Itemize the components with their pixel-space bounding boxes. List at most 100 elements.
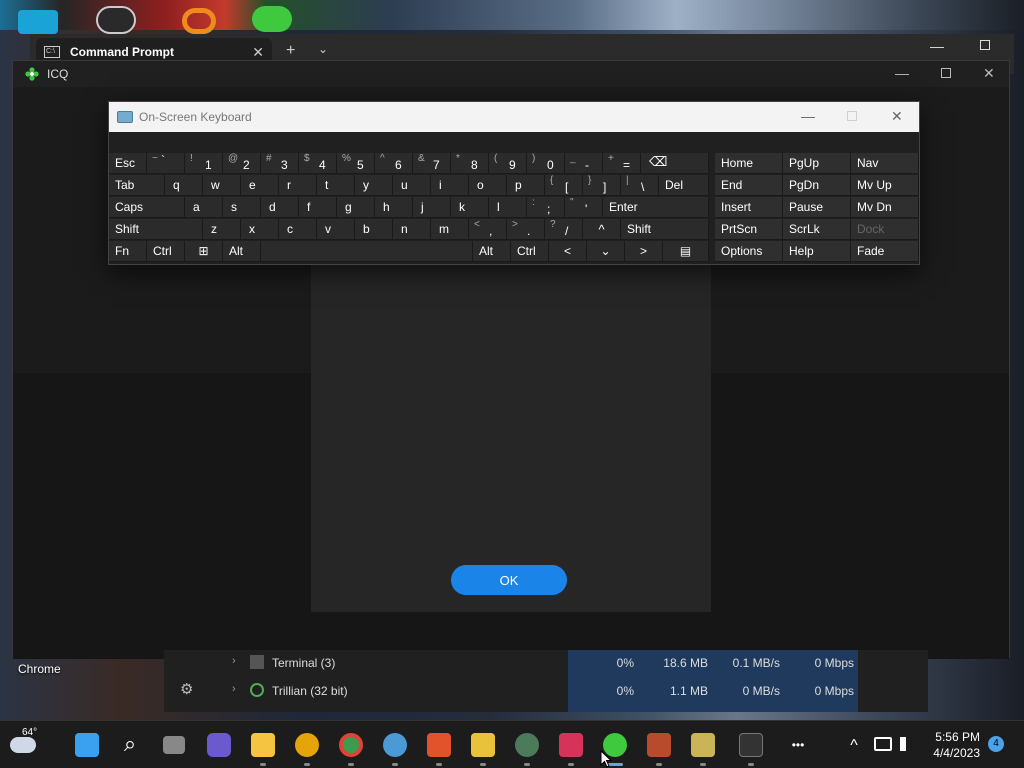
key-left-alt[interactable]: Alt <box>223 241 261 262</box>
expand-chevron-icon[interactable]: › <box>232 683 236 695</box>
key-period[interactable]: >. <box>507 219 545 240</box>
key-help[interactable]: Help <box>783 241 851 262</box>
key-options[interactable]: Options <box>715 241 783 262</box>
key-u[interactable]: u <box>393 175 431 196</box>
teams-chat-icon[interactable] <box>207 733 231 757</box>
key-left-ctrl[interactable]: Ctrl <box>147 241 185 262</box>
key-space[interactable] <box>261 241 473 262</box>
osk-maximize-button[interactable] <box>847 111 857 121</box>
key-c[interactable]: c <box>279 219 317 240</box>
key-9[interactable]: (9 <box>489 153 527 174</box>
t-app-icon[interactable] <box>427 733 451 757</box>
key-left-bracket[interactable]: {[ <box>545 175 583 196</box>
clock-date[interactable]: 4/4/2023 <box>924 746 980 760</box>
file-explorer-icon[interactable] <box>251 733 275 757</box>
winrar-icon[interactable] <box>647 733 671 757</box>
key-right-shift[interactable]: Shift <box>621 219 709 240</box>
key-right-alt[interactable]: Alt <box>473 241 511 262</box>
key-mv-up[interactable]: Mv Up <box>851 175 919 196</box>
weather-icon[interactable] <box>10 737 36 753</box>
key-m[interactable]: m <box>431 219 469 240</box>
start-icon[interactable] <box>75 733 99 757</box>
desktop-icon-icq-clover[interactable] <box>252 6 292 32</box>
desktop-icon-orange-ring[interactable] <box>182 8 216 34</box>
key-v[interactable]: v <box>317 219 355 240</box>
app-blue-icon[interactable] <box>383 733 407 757</box>
osk-titlebar[interactable]: On-Screen Keyboard <box>109 102 919 132</box>
key-6[interactable]: ^ 6 <box>375 153 413 174</box>
key-7[interactable]: & 7 <box>413 153 451 174</box>
key-backspace[interactable]: ⌫ <box>641 153 709 174</box>
help-icon[interactable] <box>471 733 495 757</box>
chrome-canary-icon[interactable] <box>295 733 319 757</box>
clock-time[interactable]: 5:56 PM <box>924 730 980 744</box>
command-prompt-maximize-button[interactable] <box>980 40 990 50</box>
key-y[interactable]: y <box>355 175 393 196</box>
key-p[interactable]: p <box>507 175 545 196</box>
table-row[interactable]: › Trillian (32 bit) 0% 1.1 MB 0 MB/s 0 M… <box>164 678 928 704</box>
key-2[interactable]: @2 <box>223 153 261 174</box>
chrome-icon[interactable] <box>339 733 363 757</box>
key-backslash[interactable]: | \ <box>621 175 659 196</box>
desktop-icon-cyan[interactable] <box>18 10 58 34</box>
icq-titlebar[interactable]: ICQ <box>13 61 1009 87</box>
new-tab-button[interactable]: + <box>286 42 295 60</box>
key-enter[interactable]: Enter <box>603 197 709 218</box>
key-k[interactable]: k <box>451 197 489 218</box>
key-g[interactable]: g <box>337 197 375 218</box>
table-row[interactable]: › Terminal (3) 0% 18.6 MB 0.1 MB/s 0 Mbp… <box>164 650 928 676</box>
desktop-icon-obs[interactable] <box>96 6 136 34</box>
expand-chevron-icon[interactable]: › <box>232 655 236 667</box>
key-menu[interactable]: ▤ <box>663 241 709 262</box>
key-0[interactable]: ) 0 <box>527 153 565 174</box>
box-app-icon[interactable] <box>691 733 715 757</box>
key-h[interactable]: h <box>375 197 413 218</box>
icq-maximize-button[interactable] <box>941 68 951 78</box>
key-pause[interactable]: Pause <box>783 197 851 218</box>
paint-icon[interactable] <box>559 733 583 757</box>
key-z[interactable]: z <box>203 219 241 240</box>
command-prompt-minimize-button[interactable]: — <box>930 38 944 54</box>
key-windows[interactable]: ⊞ <box>185 241 223 262</box>
key-j[interactable]: j <box>413 197 451 218</box>
key-comma[interactable]: <, <box>469 219 507 240</box>
key-q[interactable]: q <box>165 175 203 196</box>
key-esc[interactable]: Esc <box>109 153 147 174</box>
key-fn[interactable]: Fn <box>109 241 147 262</box>
terminal-icon[interactable] <box>739 733 763 757</box>
key-equals[interactable]: + = <box>603 153 641 174</box>
osk-minimize-button[interactable]: — <box>801 108 815 124</box>
key-4[interactable]: $4 <box>299 153 337 174</box>
key-dock[interactable]: Dock <box>851 219 919 240</box>
key-right-arrow[interactable]: > <box>625 241 663 262</box>
key-tab[interactable]: Tab <box>109 175 165 196</box>
key-x[interactable]: x <box>241 219 279 240</box>
key-pgup[interactable]: PgUp <box>783 153 851 174</box>
key-e[interactable]: e <box>241 175 279 196</box>
key-i[interactable]: i <box>431 175 469 196</box>
ok-button[interactable]: OK <box>451 565 567 595</box>
key-pgdn[interactable]: PgDn <box>783 175 851 196</box>
key-end[interactable]: End <box>715 175 783 196</box>
key-nav[interactable]: Nav <box>851 153 919 174</box>
key-1[interactable]: ! 1 <box>185 153 223 174</box>
key-a[interactable]: a <box>185 197 223 218</box>
key-up-arrow[interactable]: ^ <box>583 219 621 240</box>
key-home[interactable]: Home <box>715 153 783 174</box>
search-icon[interactable]: ⌕ <box>118 733 142 757</box>
key-w[interactable]: w <box>203 175 241 196</box>
key-right-bracket[interactable]: }] <box>583 175 621 196</box>
key-t[interactable]: t <box>317 175 355 196</box>
icq-minimize-button[interactable]: — <box>895 65 909 81</box>
weather-temperature[interactable]: 64° <box>22 727 37 738</box>
key-b[interactable]: b <box>355 219 393 240</box>
desktop-label-chrome[interactable]: Chrome <box>18 662 61 676</box>
key-slash[interactable]: ? / <box>545 219 583 240</box>
trillian-icon[interactable] <box>515 733 539 757</box>
close-tab-icon[interactable]: ✕ <box>252 44 264 61</box>
chevron-up-icon[interactable]: ^ <box>842 733 866 757</box>
notification-badge[interactable]: 4 <box>988 736 1004 752</box>
key-mv-dn[interactable]: Mv Dn <box>851 197 919 218</box>
key-down-arrow[interactable]: ⌄ <box>587 241 625 262</box>
key-backtick[interactable]: ~ ` <box>147 153 185 174</box>
